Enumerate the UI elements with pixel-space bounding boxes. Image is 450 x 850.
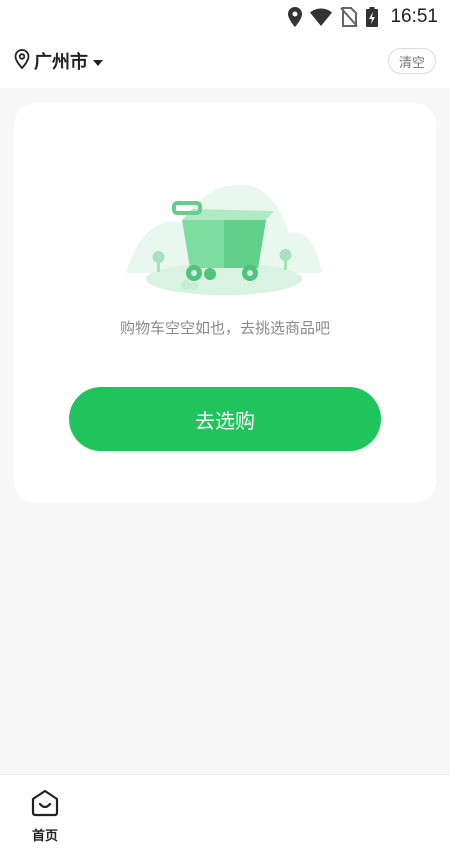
- location-pin-icon: [14, 49, 30, 73]
- go-shopping-button[interactable]: 去选购: [69, 387, 381, 451]
- status-time: 16:51: [390, 6, 438, 27]
- clear-button[interactable]: 清空: [387, 48, 436, 74]
- no-sim-icon: [340, 7, 359, 27]
- nav-item-home[interactable]: 首页: [22, 789, 68, 844]
- bottom-nav: 首页: [0, 774, 450, 850]
- status-bar: 16:51: [0, 0, 450, 34]
- empty-cart-card: 购物车空空如也，去挑选商品吧 去选购: [14, 103, 436, 503]
- city-name: 广州市: [34, 52, 88, 73]
- location-icon: [288, 7, 303, 27]
- city-selector[interactable]: 广州市: [14, 48, 104, 74]
- empty-cart-illustration: [124, 173, 324, 303]
- home-icon: [31, 789, 59, 821]
- wifi-icon: [310, 8, 333, 26]
- nav-home-label: 首页: [31, 829, 58, 844]
- caret-down-icon: [92, 52, 104, 71]
- header: 广州市 清空: [0, 34, 450, 88]
- battery-charging-icon: [366, 7, 379, 27]
- app-screen: 16:51 广州市 清空 购物车空空如也，去挑选商品吧 去选购 首页: [0, 0, 450, 850]
- empty-cart-message: 购物车空空如也，去挑选商品吧: [119, 319, 330, 337]
